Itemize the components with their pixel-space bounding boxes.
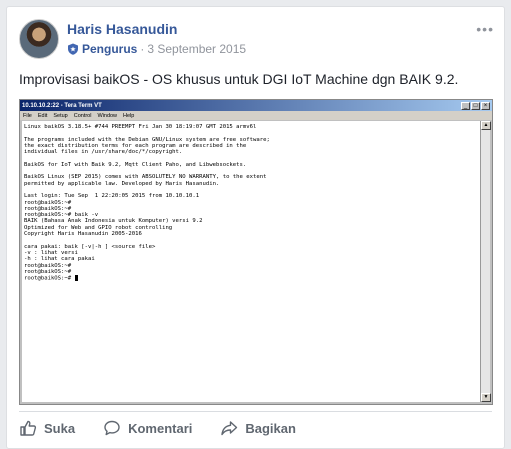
post-actions: Suka Komentari Bagikan	[19, 414, 492, 442]
minimize-icon: _	[461, 101, 470, 110]
menu-file: File	[23, 112, 32, 119]
like-label: Suka	[44, 420, 76, 436]
window-controls: _ □ ×	[461, 101, 490, 110]
terminal-title: 10.10.10.2:22 - Tera Term VT	[22, 102, 102, 109]
terminal-cursor	[74, 275, 78, 281]
terminal-menubar: File Edit Setup Control Window Help	[20, 111, 492, 120]
post-image[interactable]: 10.10.10.2:22 - Tera Term VT _ □ × File …	[19, 99, 493, 405]
comment-bubble-icon	[104, 420, 120, 436]
post-meta: Pengurus · 3 September 2015	[67, 42, 246, 56]
share-button[interactable]: Bagikan	[220, 419, 296, 437]
menu-window: Window	[97, 112, 118, 119]
author-name[interactable]: Haris Hasanudin	[67, 21, 177, 37]
post-date[interactable]: 3 September 2015	[147, 42, 246, 56]
post-text: Improvisasi baikOS - OS khusus untuk DGI…	[19, 71, 459, 87]
role-badge[interactable]: Pengurus	[82, 42, 137, 56]
share-label: Bagikan	[245, 420, 296, 436]
actions-divider	[19, 411, 492, 412]
meta-separator: ·	[140, 42, 145, 56]
terminal-titlebar: 10.10.10.2:22 - Tera Term VT _ □ ×	[20, 100, 492, 111]
scroll-down-icon: ▼	[481, 393, 491, 402]
menu-control: Control	[73, 112, 92, 119]
menu-setup: Setup	[53, 112, 68, 119]
post-card: Haris Hasanudin Pengurus · 3 September 2…	[6, 6, 505, 449]
maximize-icon: □	[471, 101, 480, 110]
terminal-output: Linux baikOS 3.18.5+ #744 PREEMPT Fri Ja…	[22, 121, 480, 402]
terminal-scrollbar: ▲ ▼	[480, 121, 491, 402]
terminal-line: root@baikOS:~#	[24, 275, 478, 282]
comment-button[interactable]: Komentari	[103, 419, 192, 437]
menu-help: Help	[123, 112, 135, 119]
avatar[interactable]	[19, 19, 59, 59]
like-button[interactable]: Suka	[19, 419, 75, 437]
shield-icon	[68, 43, 78, 55]
thumbs-up-icon	[20, 420, 37, 436]
menu-edit: Edit	[37, 112, 48, 119]
share-arrow-icon	[221, 421, 238, 436]
more-dots-icon[interactable]: •••	[476, 21, 494, 37]
scroll-up-icon: ▲	[481, 121, 491, 130]
comment-label: Komentari	[128, 420, 193, 436]
close-icon: ×	[481, 101, 490, 110]
